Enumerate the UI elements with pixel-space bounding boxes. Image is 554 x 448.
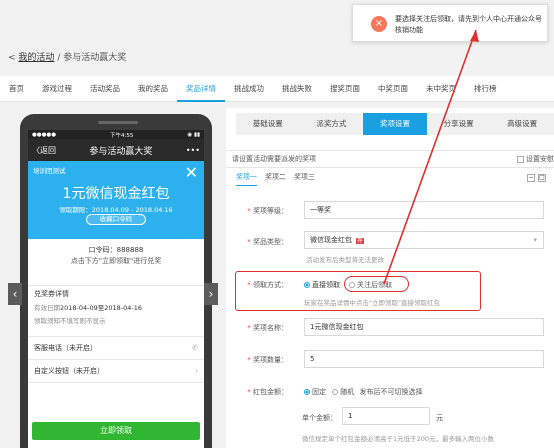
arrow-line <box>383 29 477 285</box>
annotation-arrow <box>383 29 479 285</box>
